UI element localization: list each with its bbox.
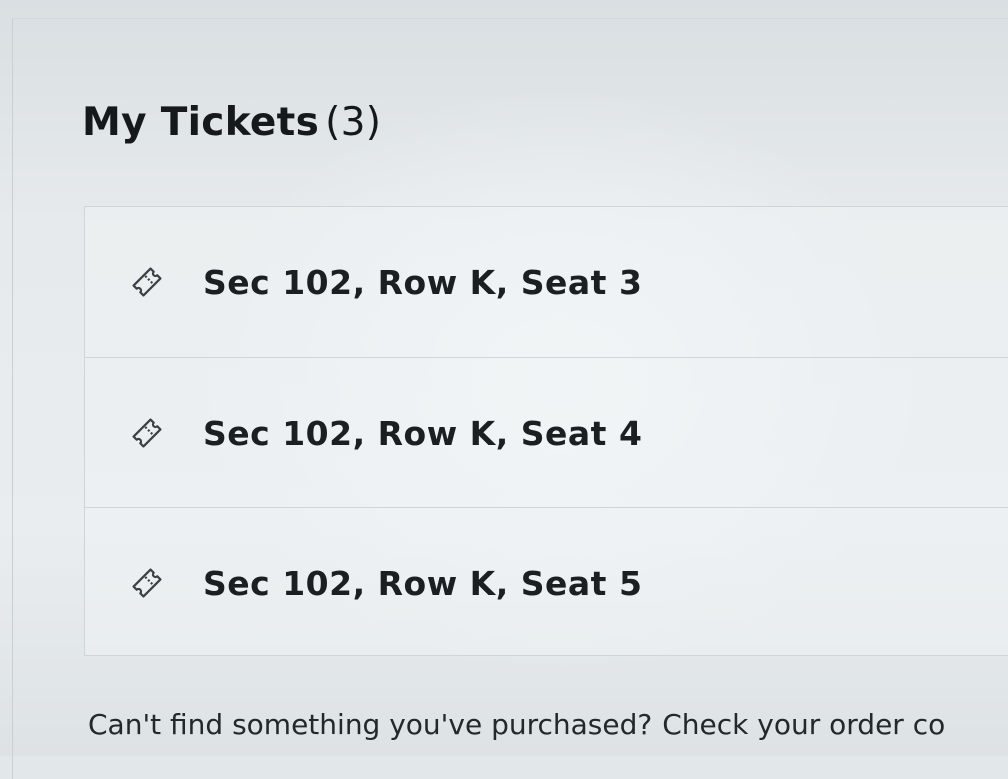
ticket-icon [132, 568, 162, 598]
page-title-text: My Tickets [82, 100, 320, 145]
page-title: My Tickets (3) [82, 100, 381, 145]
ticket-icon [132, 267, 162, 297]
check-order-link[interactable]: Check your order co [662, 708, 945, 741]
footer-question: Can't find something you've purchased? [88, 708, 653, 741]
ticket-seat-label: Sec 102, Row K, Seat 3 [203, 262, 643, 302]
tickets-list: Sec 102, Row K, Seat 3 Sec 102, Row K, S… [84, 206, 1008, 656]
ticket-seat-label: Sec 102, Row K, Seat 5 [203, 563, 643, 603]
ticket-icon [132, 418, 162, 448]
ticket-count: (3) [325, 100, 382, 145]
ticket-seat-label: Sec 102, Row K, Seat 4 [203, 413, 643, 453]
ticket-row[interactable]: Sec 102, Row K, Seat 4 [85, 357, 1008, 508]
footer-help-text: Can't find something you've purchased? Ch… [88, 708, 945, 741]
ticket-row[interactable]: Sec 102, Row K, Seat 3 [85, 207, 1008, 357]
ticket-row[interactable]: Sec 102, Row K, Seat 5 [85, 507, 1008, 658]
